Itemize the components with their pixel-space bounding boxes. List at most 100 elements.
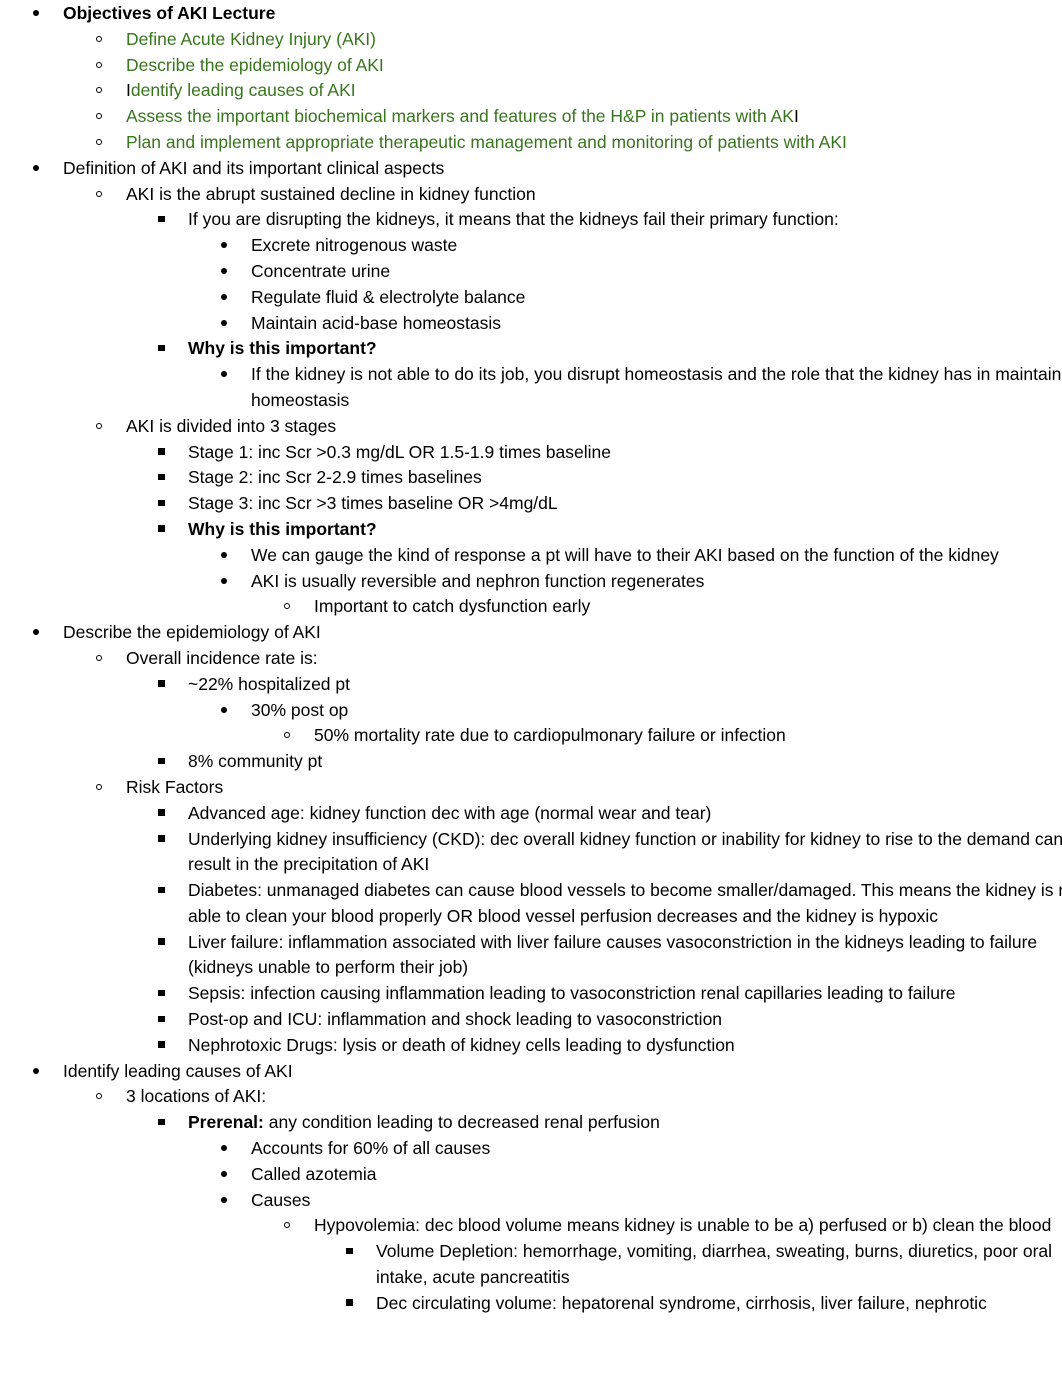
square-bullet-icon	[158, 517, 165, 543]
disc-bullet-icon	[221, 569, 227, 595]
hollow-circle-bullet-icon	[96, 414, 102, 440]
outline-item: Nephrotoxic Drugs: lysis or death of kid…	[0, 1033, 1062, 1059]
outline-item-text: Describe the epidemiology of AKI	[63, 622, 321, 643]
outline-item-text: Maintain acid-base homeostasis	[251, 312, 501, 333]
outline-item-text: Objectives of AKI Lecture	[63, 3, 276, 23]
outline-item: Excrete nitrogenous waste	[0, 233, 1062, 259]
outline-item: Why is this important?	[0, 517, 1062, 543]
disc-bullet-icon	[221, 259, 227, 285]
outline-item: 30% post op	[0, 698, 1062, 724]
outline-item-text: Identify leading causes of AKI	[63, 1060, 293, 1081]
outline-item-text: Assess the important biochemical markers…	[126, 104, 1062, 130]
outline-item: AKI is divided into 3 stages	[0, 414, 1062, 440]
outline-item: Accounts for 60% of all causes	[0, 1136, 1062, 1162]
outline-item: 8% community pt	[0, 749, 1062, 775]
outline-item: Liver failure: inflammation associated w…	[0, 930, 1062, 982]
outline-item-text: Called azotemia	[251, 1163, 377, 1184]
disc-bullet-icon	[221, 698, 227, 724]
hollow-circle-bullet-icon	[96, 27, 102, 53]
outline-item: AKI is usually reversible and nephron fu…	[0, 569, 1062, 595]
square-bullet-icon	[346, 1291, 353, 1317]
disc-bullet-icon	[33, 1, 39, 27]
outline-item: Stage 3: inc Scr >3 times baseline OR >4…	[0, 491, 1062, 517]
outline-item-text: Volume Depletion: hemorrhage, vomiting, …	[376, 1241, 1053, 1288]
outline-body: Objectives of AKI Lecture Define Acute Ki…	[0, 0, 1062, 1317]
outline-item: AKI is the abrupt sustained decline in k…	[0, 182, 1062, 208]
outline-item-text: Dec circulating volume: hepatorenal synd…	[376, 1292, 987, 1313]
square-bullet-icon	[158, 981, 165, 1007]
outline-item: Prerenal: any condition leading to decre…	[0, 1110, 1062, 1136]
outline-item: Describe the epidemiology of AKI	[0, 53, 1062, 79]
outline-item-text: Diabetes: unmanaged diabetes can cause b…	[188, 880, 1062, 926]
outline-item-text: Plan and implement appropriate therapeut…	[126, 131, 847, 152]
outline-item-text: We can gauge the kind of response a pt w…	[251, 544, 999, 565]
outline-item-text: Stage 2: inc Scr 2-2.9 times baselines	[188, 467, 482, 488]
hollow-circle-bullet-icon	[96, 104, 102, 130]
hollow-circle-bullet-icon	[96, 53, 102, 79]
outline-item-text: Important to catch dysfunction early	[314, 596, 591, 617]
outline-item-text: Accounts for 60% of all causes	[251, 1138, 491, 1159]
document-page: Objectives of AKI Lecture Define Acute Ki…	[0, 0, 1062, 1377]
disc-bullet-icon	[221, 285, 227, 311]
disc-bullet-icon	[221, 1136, 227, 1162]
outline-item-main: Assess the important biochemical markers…	[126, 106, 794, 127]
outline-item: Stage 1: inc Scr >0.3 mg/dL OR 1.5-1.9 t…	[0, 440, 1062, 466]
hollow-circle-bullet-icon	[96, 130, 102, 156]
disc-bullet-icon	[221, 233, 227, 259]
outline-item-text: Stage 1: inc Scr >0.3 mg/dL OR 1.5-1.9 t…	[188, 441, 611, 462]
outline-item: Volume Depletion: hemorrhage, vomiting, …	[0, 1239, 1062, 1291]
disc-bullet-icon	[221, 543, 227, 569]
hollow-circle-bullet-icon	[96, 775, 102, 801]
outline-item-text: 30% post op	[251, 699, 349, 720]
outline-item: Sepsis: infection causing inflammation l…	[0, 981, 1062, 1007]
outline-item: Underlying kidney insufficiency (CKD): d…	[0, 827, 1062, 879]
outline-item-text: Risk Factors	[126, 776, 224, 797]
outline-item-text: Define Acute Kidney Injury (AKI)	[126, 28, 376, 49]
disc-bullet-icon	[221, 362, 227, 388]
outline-item: Identify leading causes of AKI	[0, 1059, 1062, 1085]
outline-item: Plan and implement appropriate therapeut…	[0, 130, 1062, 156]
outline-item-text: If you are disrupting the kidneys, it me…	[188, 209, 839, 230]
square-bullet-icon	[158, 1033, 165, 1059]
outline-item-lead-bold: Prerenal:	[188, 1112, 264, 1133]
outline-item-text: AKI is the abrupt sustained decline in k…	[126, 183, 536, 204]
outline-item-text: Why is this important?	[188, 338, 377, 359]
square-bullet-icon	[158, 930, 165, 956]
hollow-circle-bullet-icon	[284, 594, 290, 620]
outline-item: Post-op and ICU: inflammation and shock …	[0, 1007, 1062, 1033]
outline-item-text: 50% mortality rate due to cardiopulmonar…	[314, 725, 786, 746]
outline-item-text: Definition of AKI and its important clin…	[63, 157, 445, 178]
outline-item: Concentrate urine	[0, 259, 1062, 285]
outline-item: Stage 2: inc Scr 2-2.9 times baselines	[0, 465, 1062, 491]
square-bullet-icon	[158, 1007, 165, 1033]
outline-item-rest: any condition leading to decreased renal…	[263, 1112, 660, 1133]
outline-item-text: Identify leading causes of AKI	[126, 78, 1062, 104]
outline-item-text: Hypovolemia: dec blood volume means kidn…	[314, 1215, 1052, 1236]
square-bullet-icon	[158, 207, 165, 233]
outline-item-text: Excrete nitrogenous waste	[251, 235, 458, 256]
outline-item-text: Why is this important?	[188, 518, 377, 539]
outline-item: Causes	[0, 1188, 1062, 1214]
outline-item: Objectives of AKI Lecture	[0, 1, 1062, 27]
outline-item-text: Nephrotoxic Drugs: lysis or death of kid…	[188, 1034, 735, 1055]
outline-item-tail-black: I	[793, 106, 799, 127]
outline-item: Risk Factors	[0, 775, 1062, 801]
outline-item: 50% mortality rate due to cardiopulmonar…	[0, 723, 1062, 749]
outline-item: Diabetes: unmanaged diabetes can cause b…	[0, 878, 1062, 930]
square-bullet-icon	[158, 749, 165, 775]
outline-item: Assess the important biochemical markers…	[0, 104, 1062, 130]
outline-item-text: AKI is usually reversible and nephron fu…	[251, 570, 705, 591]
outline-item-rest: dentify leading causes of AKI	[130, 80, 356, 101]
outline-item-text: Describe the epidemiology of AKI	[126, 54, 384, 75]
outline-item: Define Acute Kidney Injury (AKI)	[0, 27, 1062, 53]
outline-item-text: 8% community pt	[188, 751, 323, 772]
hollow-circle-bullet-icon	[284, 723, 290, 749]
outline-item: Regulate fluid & electrolyte balance	[0, 285, 1062, 311]
outline-item-text: Concentrate urine	[251, 260, 391, 281]
square-bullet-icon	[158, 672, 165, 698]
outline-item: Dec circulating volume: hepatorenal synd…	[0, 1291, 1062, 1317]
outline-item-text: 3 locations of AKI:	[126, 1086, 267, 1107]
disc-bullet-icon	[221, 1162, 227, 1188]
square-bullet-icon	[158, 1110, 165, 1136]
square-bullet-icon	[158, 465, 165, 491]
